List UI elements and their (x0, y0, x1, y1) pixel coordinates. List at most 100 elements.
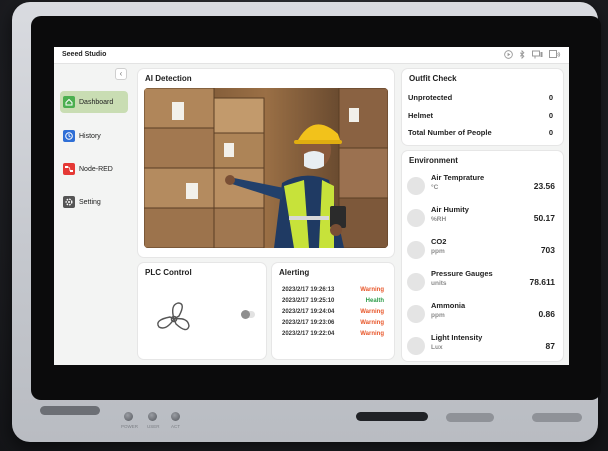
app-screen: Seeed Studio ‹ Dashboard History Node-RE… (54, 47, 569, 365)
plc-control-card: PLC Control (138, 263, 266, 359)
top-bar: Seeed Studio (54, 47, 569, 64)
env-value: 50.17 (533, 213, 555, 223)
sensor-icon (407, 305, 425, 323)
alert-time: 2023/2/17 19:23:06 (282, 320, 335, 326)
alert-status: Health (365, 298, 384, 304)
sidebar: ‹ Dashboard History Node-RED Setting (54, 64, 134, 365)
alert-time: 2023/2/17 19:22:04 (282, 331, 335, 337)
outfit-row-label: Total Number of People (408, 128, 492, 137)
env-unit: %RH (431, 216, 447, 223)
brand-title: Seeed Studio (62, 51, 107, 58)
card-title: AI Detection (145, 74, 192, 83)
sidebar-item-setting[interactable]: Setting (60, 191, 128, 213)
env-name: Air Temprature (431, 173, 485, 182)
sidebar-item-label: History (79, 132, 101, 140)
sensor-icon (407, 209, 425, 227)
alert-status: Warning (360, 331, 384, 337)
clock-icon (63, 130, 75, 142)
env-unit: Lux (431, 344, 443, 351)
alert-row: 2023/2/17 19:23:06 Warning (282, 320, 384, 330)
act-led (171, 412, 180, 421)
network-icon[interactable] (532, 50, 543, 59)
outfit-row-value: 0 (548, 111, 553, 120)
env-name: CO2 (431, 237, 447, 246)
speaker-grille-right-3 (532, 413, 582, 422)
env-row-light-intensity: Light Intensity Lux 87 (407, 331, 555, 361)
alert-status: Warning (360, 320, 384, 326)
alert-time: 2023/2/17 19:26:13 (282, 287, 335, 293)
sensor-icon (407, 273, 425, 291)
sidebar-item-label: Dashboard (79, 98, 114, 106)
sensor-icon (407, 241, 425, 259)
env-row-air-temperature: Air Temprature °C 23.56 (407, 171, 555, 201)
env-value: 703 (540, 245, 555, 255)
card-title: Alerting (279, 268, 310, 277)
led-label-act: ACT (171, 424, 180, 429)
alert-row: 2023/2/17 19:25:10 Health (282, 298, 384, 308)
env-row-air-humidity: Air Humity %RH 50.17 (407, 203, 555, 233)
status-icons (504, 50, 561, 59)
card-title: Outfit Check (409, 74, 457, 83)
sidebar-item-label: Node-RED (79, 165, 113, 173)
bluetooth-icon[interactable] (519, 50, 526, 59)
led-label-user: USER (147, 424, 160, 429)
outfit-row-value: 0 (548, 93, 553, 102)
alert-time: 2023/2/17 19:25:10 (282, 298, 335, 304)
outfit-check-card: Outfit Check Unprotected 0 Helmet 0 Tota… (402, 69, 563, 145)
env-unit: ppm (431, 312, 445, 319)
sensor-icon (407, 337, 425, 355)
play-icon[interactable] (504, 50, 513, 59)
speaker-grille-left (40, 406, 100, 415)
env-value: 78.611 (529, 277, 555, 287)
env-name: Pressure Gauges (431, 269, 493, 278)
power-led (124, 412, 133, 421)
env-value: 0.86 (538, 309, 555, 319)
outfit-row-total-people: Total Number of People 0 (408, 128, 553, 140)
gear-icon (63, 196, 75, 208)
env-unit: °C (431, 184, 439, 191)
home-icon (63, 96, 75, 108)
outfit-row-label: Helmet (408, 111, 434, 120)
speaker-grille-right-2 (446, 413, 494, 422)
card-title: PLC Control (145, 268, 192, 277)
env-value: 23.56 (533, 181, 555, 191)
card-title: Environment (409, 156, 458, 165)
user-led (148, 412, 157, 421)
outfit-row-helmet: Helmet 0 (408, 111, 553, 123)
wifi-icon[interactable] (549, 50, 561, 59)
environment-card: Environment Air Temprature °C 23.56 Air … (402, 151, 563, 361)
fan-toggle-switch[interactable] (241, 310, 255, 319)
env-name: Air Humity (431, 205, 469, 214)
alert-status: Warning (360, 287, 384, 293)
env-name: Light Intensity (431, 333, 483, 342)
sidebar-item-history[interactable]: History (60, 125, 128, 147)
collapse-sidebar-button[interactable]: ‹ (115, 68, 127, 80)
sidebar-item-dashboard[interactable]: Dashboard (60, 91, 128, 113)
env-unit: ppm (431, 248, 445, 255)
alert-status: Warning (360, 309, 384, 315)
alert-row: 2023/2/17 19:26:13 Warning (282, 287, 384, 297)
ai-detection-card: AI Detection (138, 69, 394, 257)
alert-row: 2023/2/17 19:24:04 Warning (282, 309, 384, 319)
sidebar-item-label: Setting (79, 198, 101, 206)
alerting-card: Alerting 2023/2/17 19:26:13 Warning 2023… (272, 263, 394, 359)
toggle-knob (241, 310, 250, 319)
env-unit: units (431, 280, 447, 287)
env-row-ammonia: Ammonia ppm 0.86 (407, 299, 555, 329)
node-red-icon (63, 163, 75, 175)
sidebar-item-node-red[interactable]: Node-RED (60, 158, 128, 180)
outfit-row-value: 0 (548, 128, 553, 137)
env-value: 87 (545, 341, 555, 351)
speaker-grille-right (356, 412, 428, 421)
outfit-row-label: Unprotected (408, 93, 453, 102)
alert-time: 2023/2/17 19:24:04 (282, 309, 335, 315)
fan-icon (157, 302, 190, 331)
alert-row: 2023/2/17 19:22:04 Warning (282, 331, 384, 341)
env-row-pressure-gauges: Pressure Gauges units 78.611 (407, 267, 555, 297)
env-row-co2: CO2 ppm 703 (407, 235, 555, 265)
led-label-power: POWER (121, 424, 139, 429)
env-name: Ammonia (431, 301, 466, 310)
camera-feed-image (144, 88, 388, 248)
outfit-row-unprotected: Unprotected 0 (408, 93, 553, 105)
sensor-icon (407, 177, 425, 195)
